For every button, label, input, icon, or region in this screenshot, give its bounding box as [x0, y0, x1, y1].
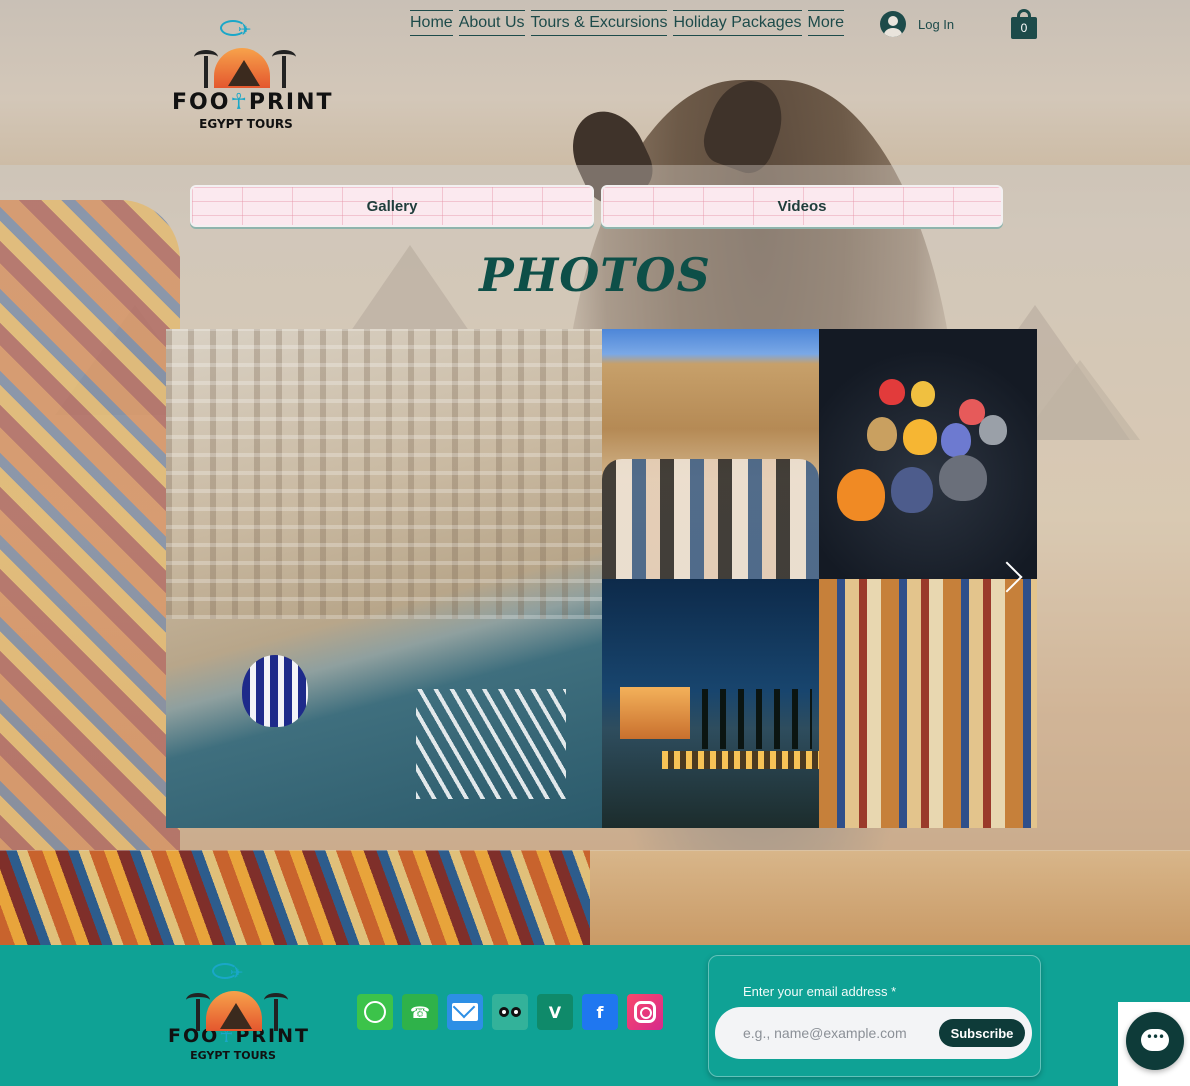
site-logo[interactable]: ✈ FOO☥PRINT EGYPT TOURS — [172, 18, 334, 131]
newsletter-form: Enter your email address * Subscribe — [708, 955, 1041, 1077]
photo-balloon — [867, 417, 897, 451]
viator-icon[interactable]: V — [537, 994, 573, 1030]
cart-button[interactable]: 0 — [1011, 9, 1037, 39]
photo-balloon — [903, 419, 937, 455]
photo-tour-group — [602, 459, 819, 579]
pyramid-icon — [220, 1003, 252, 1029]
instagram-icon[interactable] — [627, 994, 663, 1030]
gallery-photo-group-at-temple[interactable] — [602, 329, 819, 579]
envelope-glyph — [452, 1003, 478, 1021]
photo-hot-air-balloon — [242, 655, 308, 727]
airplane-icon: ✈ — [238, 20, 252, 39]
tripadvisor-icon[interactable] — [492, 994, 528, 1030]
photo-boats — [416, 689, 566, 799]
logo-graphic: ✈ — [190, 18, 300, 90]
login-button[interactable]: Log In — [880, 11, 954, 37]
facebook-icon[interactable]: f — [582, 994, 618, 1030]
photo-balloon — [911, 381, 935, 407]
photo-balloon — [941, 423, 971, 457]
mail-icon[interactable] — [447, 994, 483, 1030]
photo-lights — [662, 751, 819, 769]
logo-subtitle: EGYPT TOURS — [190, 1049, 276, 1062]
footer: ✈ FOO☥PRINT EGYPT TOURS ☎ V f Enter your… — [0, 945, 1190, 1086]
airplane-icon: ✈ — [230, 963, 244, 982]
chevron-right-icon[interactable] — [996, 560, 1018, 596]
logo-subtitle: EGYPT TOURS — [199, 117, 293, 131]
gallery-photo-painted-columns[interactable] — [819, 579, 1037, 828]
gallery-photo-night-balloons[interactable] — [819, 329, 1037, 579]
nav-tours-excursions[interactable]: Tours & Excursions — [530, 10, 668, 36]
chat-widget — [1118, 1002, 1190, 1086]
social-links: ☎ V f — [357, 994, 663, 1030]
whatsapp-icon[interactable] — [357, 994, 393, 1030]
chat-button[interactable] — [1126, 1012, 1184, 1070]
photo-balloon — [879, 379, 905, 405]
gallery-photo-luxor-aerial[interactable] — [166, 329, 602, 828]
logo-graphic: ✈ — [182, 961, 288, 1031]
gallery-photo-temple-night[interactable] — [602, 579, 819, 828]
tab-videos[interactable]: Videos — [601, 185, 1003, 227]
photo-city-grid — [166, 329, 602, 619]
nav-about-us[interactable]: About Us — [458, 10, 525, 36]
footer-logo[interactable]: ✈ FOO☥PRINT EGYPT TOURS — [168, 961, 308, 1062]
email-label: Enter your email address * — [743, 984, 897, 999]
photo-palms — [702, 689, 812, 749]
sand — [590, 850, 1190, 945]
camera-glyph — [634, 1001, 656, 1023]
tab-gallery[interactable]: Gallery — [190, 185, 594, 227]
palm-tree-icon — [272, 50, 296, 88]
chat-bubble-icon — [1141, 1029, 1169, 1051]
main-nav: Home About Us Tours & Excursions Holiday… — [410, 10, 844, 36]
photo-balloon — [939, 455, 987, 501]
cart-count: 0 — [1020, 21, 1028, 35]
photo-temple — [620, 687, 690, 739]
logo-wordmark: FOO☥PRINT — [172, 90, 334, 115]
palm-tree-icon — [264, 993, 288, 1031]
subscribe-button[interactable]: Subscribe — [939, 1019, 1025, 1047]
nav-more[interactable]: More — [807, 10, 844, 36]
pyramid-icon — [228, 60, 260, 86]
nav-holiday-packages[interactable]: Holiday Packages — [673, 10, 802, 36]
nav-home[interactable]: Home — [410, 10, 453, 36]
phone-icon[interactable]: ☎ — [402, 994, 438, 1030]
photo-balloon — [837, 469, 885, 521]
login-label: Log In — [918, 16, 955, 32]
owl-glyph — [499, 1007, 521, 1017]
ankh-icon: ☥ — [230, 90, 249, 115]
page-title: PHOTOS — [479, 248, 711, 302]
user-avatar-icon — [880, 11, 906, 37]
photo-balloon — [979, 415, 1007, 445]
palm-tree-icon — [194, 50, 218, 88]
palm-tree-icon — [186, 993, 210, 1031]
photo-balloon — [891, 467, 933, 513]
rug — [0, 850, 590, 945]
whatsapp-glyph — [364, 1001, 386, 1023]
